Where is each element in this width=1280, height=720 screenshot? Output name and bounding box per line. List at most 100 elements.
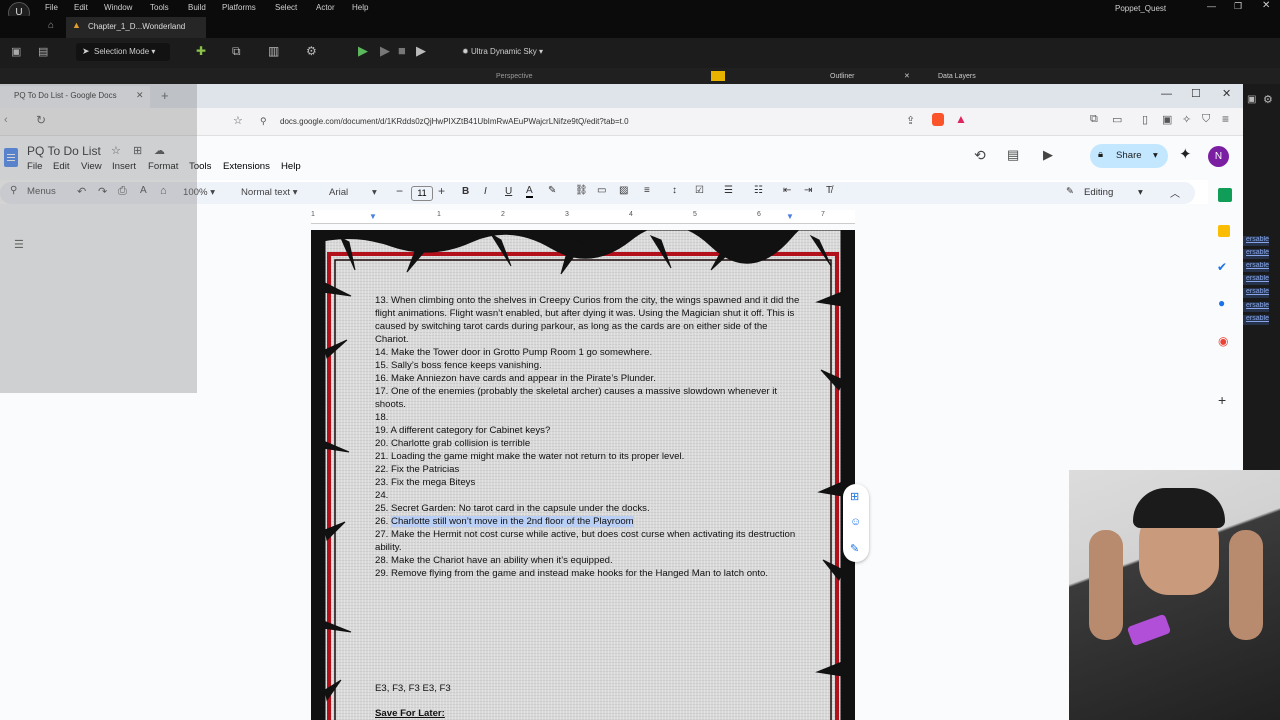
tasks-icon[interactable]: ✔ [1217, 260, 1227, 274]
browser-maximize-icon[interactable]: ☐ [1191, 87, 1201, 100]
sky-label[interactable]: ✹ Ultra Dynamic Sky ▾ [462, 47, 543, 56]
bulleted-list-icon[interactable]: ☰ [724, 185, 733, 196]
version-history-icon[interactable]: ⟲ [974, 147, 986, 164]
stop-icon[interactable]: ■ [398, 43, 406, 58]
docs-menu-help[interactable]: Help [281, 161, 301, 172]
list-item[interactable]: 21. Loading the game might make the wate… [375, 450, 800, 463]
ue-menu-window[interactable]: Window [104, 3, 132, 12]
perspective-dropdown[interactable]: Perspective [496, 73, 533, 80]
list-item[interactable]: 23. Fix the mega Biteys [375, 476, 800, 489]
decrease-font-icon[interactable]: − [396, 184, 403, 198]
ue-restore-icon[interactable]: ❐ [1234, 1, 1242, 12]
checklist-icon[interactable]: ☑ [695, 185, 704, 196]
vpn-icon[interactable]: ⛉ [1202, 113, 1210, 126]
comments-icon[interactable]: ▤ [1007, 147, 1019, 163]
bold-icon[interactable]: B [462, 186, 469, 197]
list-item[interactable]: 17. One of the enemies (probably the ske… [375, 385, 800, 411]
meet-icon[interactable]: ▶ [1043, 147, 1053, 163]
text-color-icon[interactable]: A [526, 185, 533, 198]
list-item[interactable]: 16. Make Anniezon have cards and appear … [375, 372, 800, 385]
ue-traversable-link[interactable]: ersable [1243, 249, 1269, 259]
avatar[interactable]: N [1208, 146, 1229, 167]
ue-traversable-link[interactable]: ersable [1243, 315, 1269, 325]
list-item[interactable]: 22. Fix the Patricias [375, 463, 800, 476]
list-item[interactable]: 13. When climbing onto the shelves in Cr… [375, 294, 800, 346]
ue-traversable-link[interactable]: ersable [1243, 288, 1269, 298]
add-emoji-icon[interactable]: ☺ [850, 516, 861, 528]
blueprint-icon[interactable]: ⧉ [232, 44, 241, 59]
browser-menu-icon[interactable]: ≡ [1222, 112, 1229, 126]
ue-traversable-link[interactable]: ersable [1243, 302, 1269, 312]
url-bar[interactable]: ⚲ docs.google.com/document/d/1KRdds0zQjH… [256, 113, 1116, 131]
share-button[interactable]: 🔒︎ Share ▾ [1090, 144, 1168, 168]
keep-icon[interactable] [1218, 225, 1230, 237]
line-spacing-icon[interactable]: ↕ [672, 185, 677, 196]
list-item[interactable]: 29. Remove flying from the game and inst… [375, 567, 800, 580]
key-sequence-text[interactable]: E3, F3, F3 E3, F3 [375, 683, 451, 694]
ue-menu-select[interactable]: Select [275, 3, 297, 12]
font-dropdown-icon[interactable]: ▾ [372, 187, 377, 198]
ue-close-icon[interactable]: ✕ [1262, 0, 1270, 11]
highlight-icon[interactable]: ✎ [548, 185, 556, 196]
save-for-later-heading[interactable]: Save For Later: [375, 708, 445, 719]
ue-menu-actor[interactable]: Actor [316, 3, 335, 12]
save-icon[interactable]: ▣ [11, 45, 21, 58]
list-item[interactable]: 28. Make the Chariot have an ability whe… [375, 554, 800, 567]
right-indent-marker[interactable]: ▼ [786, 212, 794, 221]
ue-traversable-link[interactable]: ersable [1243, 236, 1269, 246]
document-body[interactable]: 13. When climbing onto the shelves in Cr… [375, 294, 800, 580]
list-item[interactable]: 24. [375, 489, 800, 502]
ue-traversable-link[interactable]: ersable [1243, 262, 1269, 272]
horizontal-ruler[interactable]: 1 1 2 3 4 5 6 7 ▼ ▼ [311, 210, 855, 224]
add-comment-icon[interactable]: ▭ [597, 185, 606, 196]
calendar-icon[interactable] [1218, 188, 1232, 202]
gemini-icon[interactable]: ✦ [1179, 145, 1192, 163]
list-item[interactable]: 15. Sally’s boss fence keeps vanishing. [375, 359, 800, 372]
maps-icon[interactable]: ◉ [1218, 334, 1228, 348]
build-icon[interactable]: ⚙ [306, 44, 317, 58]
font-select[interactable]: Arial [329, 187, 348, 198]
ue-menu-build[interactable]: Build [188, 3, 206, 12]
link-icon[interactable]: ⛓ [575, 185, 588, 196]
list-item-selected[interactable]: 26. Charlotte still won’t move in the 2n… [375, 515, 800, 528]
ue-traversable-link[interactable]: ersable [1243, 275, 1269, 285]
browser-close-icon[interactable]: ✕ [1222, 87, 1231, 100]
numbered-list-icon[interactable]: ☷ [754, 185, 763, 196]
warning-icon[interactable] [711, 71, 725, 81]
outliner-close-icon[interactable]: ✕ [904, 72, 910, 80]
browser-minimize-icon[interactable]: — [1161, 88, 1172, 100]
outliner-tab[interactable]: Outliner [830, 73, 855, 80]
play-icon[interactable]: ▶ [358, 43, 368, 59]
selected-text[interactable]: Charlotte still won’t move in the 2nd fl… [391, 516, 634, 527]
insert-image-icon[interactable]: ▨ [619, 185, 628, 196]
suggest-edits-icon[interactable]: ✎ [850, 542, 859, 555]
step-icon[interactable]: ▶ [380, 43, 390, 59]
get-addons-icon[interactable]: + [1218, 392, 1226, 408]
site-settings-icon[interactable]: ⚲ [260, 116, 267, 127]
wallet-icon[interactable]: ▣ [1162, 113, 1172, 126]
selection-mode-dropdown[interactable]: ➤ Selection Mode ▾ [76, 43, 170, 61]
list-item[interactable]: 25. Secret Garden: No tarot card in the … [375, 502, 800, 515]
list-item[interactable]: 20. Charlotte grab collision is terrible [375, 437, 800, 450]
ue-menu-edit[interactable]: Edit [74, 3, 88, 12]
add-actor-icon[interactable]: ✚ [196, 44, 206, 58]
italic-icon[interactable]: I [484, 186, 487, 197]
eject-icon[interactable]: ▶ [416, 43, 426, 59]
list-item[interactable]: 27. Make the Hermit not cost curse while… [375, 528, 800, 554]
editing-mode-dropdown[interactable]: ✎ Editing ▾ [1060, 183, 1156, 203]
ue-minimize-icon[interactable]: — [1207, 1, 1216, 11]
contacts-icon[interactable]: ● [1218, 296, 1225, 310]
style-select[interactable]: Normal text ▾ [241, 187, 298, 198]
home-icon[interactable]: ⌂ [48, 20, 54, 31]
bookmark-icon[interactable]: ☆ [233, 114, 243, 127]
clear-formatting-icon[interactable]: T̸ [826, 185, 832, 196]
ue-menu-file[interactable]: File [45, 3, 58, 12]
underline-icon[interactable]: U [505, 186, 512, 197]
ue-panel-icon[interactable]: ▣ [1247, 94, 1256, 105]
hide-menus-icon[interactable]: ︿ [1170, 185, 1180, 200]
content-icon[interactable]: ▤ [38, 45, 48, 58]
docs-menu-extensions[interactable]: Extensions [223, 161, 270, 172]
font-size-input[interactable]: 11 [411, 186, 433, 201]
increase-indent-icon[interactable]: ⇥ [804, 185, 812, 196]
decrease-indent-icon[interactable]: ⇤ [783, 185, 791, 196]
